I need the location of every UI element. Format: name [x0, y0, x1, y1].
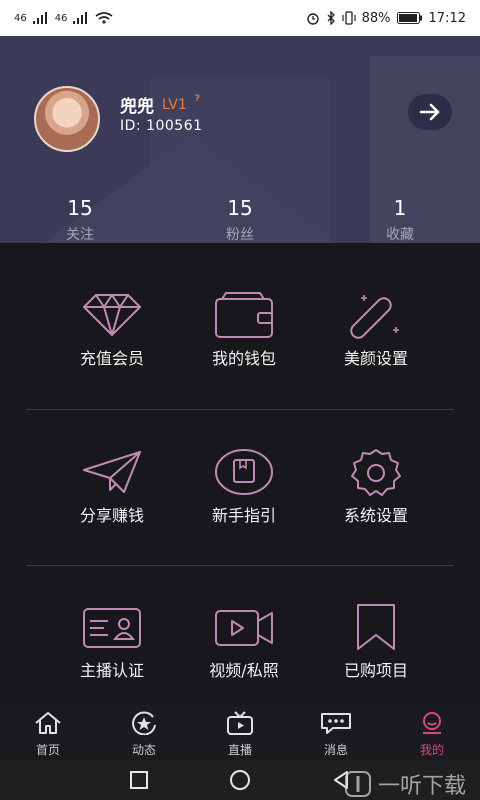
gear-icon: [351, 449, 401, 496]
stat-favorites[interactable]: 1 收藏: [340, 196, 460, 243]
nav-messages-label: 消息: [323, 743, 348, 757]
level-badge: LV1: [162, 96, 187, 113]
share-earn-label: 分享赚钱: [79, 506, 144, 525]
anchor-verification-button[interactable]: 主播认证: [47, 603, 177, 681]
nav-moments[interactable]: 动态: [96, 705, 192, 760]
wallet-label: 我的钱包: [211, 349, 276, 368]
stats-row: 15 关注 15 粉丝 1 收藏: [0, 196, 480, 243]
status-right: 88% 17:12: [306, 11, 466, 26]
signal-label-2: 46: [54, 12, 68, 24]
bluetooth-icon: [327, 11, 335, 25]
stat-value: 15: [67, 196, 93, 220]
nav-home-label: 首页: [35, 743, 60, 757]
star-circle-icon: [132, 711, 156, 736]
anchor-verification-label: 主播认证: [79, 661, 144, 680]
stat-label: 粉丝: [226, 227, 254, 243]
stat-fans[interactable]: 15 粉丝: [180, 196, 300, 243]
system-settings-label: 系统设置: [343, 506, 408, 525]
grid-row: 充值会员 我的钱包 美颜设置: [0, 291, 480, 431]
divider: [26, 409, 454, 410]
diamond-icon: [83, 294, 141, 336]
wallet-button[interactable]: 我的钱包: [179, 291, 309, 369]
guide-book-icon: [215, 449, 273, 495]
share-earn-button[interactable]: 分享赚钱: [47, 448, 177, 526]
user-id: ID: 100561: [120, 118, 203, 134]
beauty-settings-label: 美颜设置: [343, 349, 408, 368]
nav-mine[interactable]: 我的: [384, 705, 480, 760]
signal-icon: [73, 12, 88, 24]
stat-value: 15: [227, 196, 253, 220]
chat-bubble-icon: [321, 713, 351, 734]
tv-icon: [227, 711, 253, 735]
signal-icon: [32, 12, 47, 24]
system-settings-button[interactable]: 系统设置: [311, 448, 441, 526]
video-photos-label: 视频/私照: [209, 661, 279, 680]
purchased-items-label: 已购项目: [343, 661, 408, 680]
wifi-icon: [95, 12, 113, 24]
vibrate-icon: [342, 11, 356, 25]
arrow-right-icon: [419, 103, 440, 121]
grid-row: 分享赚钱 新手指引 系统设置: [0, 448, 480, 588]
nav-moments-label: 动态: [131, 743, 156, 757]
recharge-vip-label: 充值会员: [79, 349, 144, 368]
nav-live-label: 直播: [227, 743, 252, 757]
avatar[interactable]: [34, 86, 100, 152]
stat-value: 1: [393, 196, 407, 220]
bottom-nav: 首页 动态 直播 消息 我的: [0, 705, 480, 760]
home-icon: [35, 712, 61, 734]
nav-home[interactable]: 首页: [0, 705, 96, 760]
watermark-text: 一听下载: [377, 774, 466, 799]
stat-label: 关注: [66, 227, 94, 243]
video-photos-button[interactable]: 视频/私照: [179, 603, 309, 681]
nav-mine-label: 我的: [419, 743, 444, 757]
alarm-icon: [306, 13, 319, 25]
magic-wand-icon: [350, 295, 399, 339]
video-camera-icon: [215, 610, 273, 646]
watermark-logo-icon: [344, 771, 371, 797]
status-left: 46 46: [14, 12, 113, 24]
recent-apps-icon[interactable]: [129, 770, 149, 790]
signal-label-1: 46: [14, 12, 27, 24]
stat-following[interactable]: 15 关注: [20, 196, 140, 243]
home-circle-icon[interactable]: [229, 769, 251, 791]
profile-name-row: 兜兜 LV1 ?: [120, 92, 200, 118]
divider: [26, 565, 454, 566]
watermark: 一听下载: [344, 768, 466, 800]
clock: 17:12: [428, 10, 466, 26]
level-info-icon[interactable]: ?: [195, 94, 200, 104]
profile-header: 兜兜 LV1 ? ID: 100561 15 关注 15 粉丝 1 收藏: [0, 36, 480, 243]
status-bar: 46 46 88% 17:12: [0, 0, 480, 36]
beauty-settings-button[interactable]: 美颜设置: [311, 291, 441, 369]
paper-plane-icon: [83, 451, 141, 493]
username: 兜兜: [120, 97, 154, 117]
recharge-vip-button[interactable]: 充值会员: [47, 291, 177, 369]
battery-icon: [396, 12, 422, 24]
profile-detail-button[interactable]: [408, 94, 452, 130]
wallet-icon: [215, 292, 273, 338]
beginner-guide-label: 新手指引: [211, 506, 276, 525]
id-card-icon: [83, 608, 141, 648]
battery-percent: 88%: [361, 10, 391, 26]
purchased-items-button[interactable]: 已购项目: [311, 603, 441, 681]
user-icon: [423, 712, 441, 734]
bookmark-icon: [357, 604, 395, 650]
nav-messages[interactable]: 消息: [288, 705, 384, 760]
stat-label: 收藏: [386, 227, 414, 243]
nav-live[interactable]: 直播: [192, 705, 288, 760]
beginner-guide-button[interactable]: 新手指引: [179, 448, 309, 526]
